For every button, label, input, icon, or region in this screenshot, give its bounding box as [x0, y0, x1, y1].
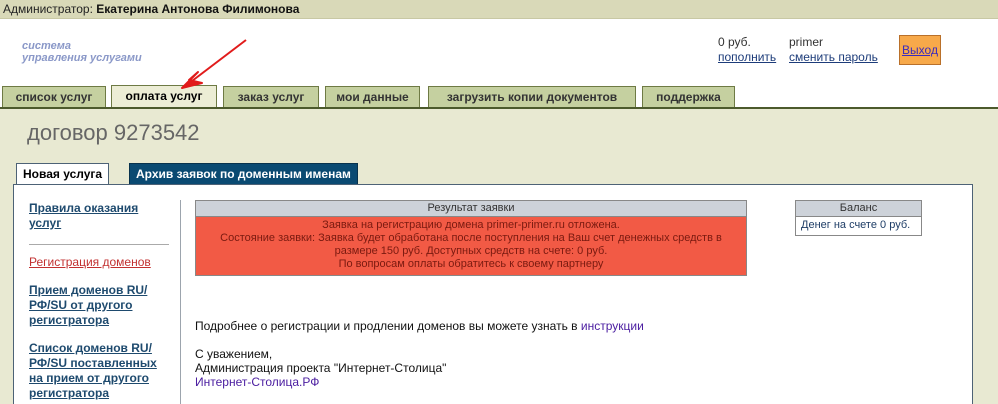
signature-admin: Администрация проекта "Интернет-Столица" [195, 361, 447, 375]
info-text: Подробнее о регистрации и продлении доме… [195, 319, 644, 333]
user-login: primer [789, 35, 824, 49]
sidebar-divider [29, 244, 169, 245]
sidebar-item-domain-transfer[interactable]: Прием доменов RU/РФ/SU от другого регист… [29, 283, 171, 328]
tab-services-list[interactable]: список услуг [2, 86, 106, 107]
tab-my-data[interactable]: мои данные [325, 86, 420, 107]
contract-title: договор 9273542 [27, 120, 200, 145]
sidebar-item-transfer-list[interactable]: Список доменов RU/РФ/SU поставленных на … [29, 341, 171, 401]
balance-header: Баланс [796, 201, 921, 217]
instructions-link[interactable]: инструкции [581, 319, 644, 333]
logo-line-1: система [22, 40, 71, 52]
tab-payment[interactable]: оплата услуг [111, 85, 217, 107]
info-sentence: Подробнее о регистрации и продлении доме… [195, 319, 578, 333]
logo-line-2: управления услугами [22, 52, 142, 64]
balance-value: 0 руб. [880, 219, 911, 231]
result-line-1: Заявка на регистрацию домена primer-prim… [322, 219, 620, 231]
exit-button[interactable]: Выход [899, 35, 941, 65]
account-user: primer сменить пароль [789, 35, 878, 65]
result-line-4: По вопросам оплаты обратитесь к своему п… [338, 258, 604, 270]
sidebar-item-domain-registration[interactable]: Регистрация доменов [29, 255, 171, 270]
admin-label: Администратор: [3, 2, 93, 16]
admin-bar: Администратор: Екатерина Антонова Филимо… [0, 0, 998, 19]
sidebar-nav: Правила оказания услуг Регистрация домен… [29, 201, 171, 401]
sidebar-item-rules[interactable]: Правила оказания услуг [29, 201, 171, 231]
tab-upload-documents[interactable]: загрузить копии документов [428, 86, 636, 107]
site-link[interactable]: Интернет-Столица.РФ [195, 375, 446, 389]
subtab-domain-archive[interactable]: Архив заявок по доменным именам [129, 163, 358, 185]
subtab-new-service[interactable]: Новая услуга [16, 163, 110, 186]
request-result: Результат заявки Заявка на регистрацию д… [195, 200, 747, 276]
request-result-header: Результат заявки [196, 201, 746, 217]
signature: С уважением, Администрация проекта "Инте… [195, 347, 446, 389]
balance-row: Денег на счете 0 руб. [796, 217, 921, 235]
result-line-3: размере 150 руб. Доступных средств на сч… [334, 245, 608, 257]
request-result-message: Заявка на регистрацию домена primer-prim… [196, 217, 746, 275]
admin-name: Екатерина Антонова Филимонова [96, 2, 300, 16]
change-password-link[interactable]: сменить пароль [789, 50, 878, 64]
result-line-2: Состояние заявки: Заявка будет обработан… [220, 232, 722, 244]
logo[interactable]: система управления услугами [22, 40, 182, 64]
vertical-divider [180, 200, 181, 404]
tab-support[interactable]: поддержка [642, 86, 735, 107]
balance-amount: 0 руб. [718, 35, 751, 49]
topup-link[interactable]: пополнить [718, 50, 776, 64]
arrow-annotation [181, 39, 247, 89]
signature-greeting: С уважением, [195, 347, 273, 361]
account-balance: 0 руб. пополнить [718, 35, 776, 65]
tab-order[interactable]: заказ услуг [223, 86, 319, 107]
balance-label: Денег на счете [801, 219, 877, 231]
balance-box: Баланс Денег на счете 0 руб. [795, 200, 922, 236]
